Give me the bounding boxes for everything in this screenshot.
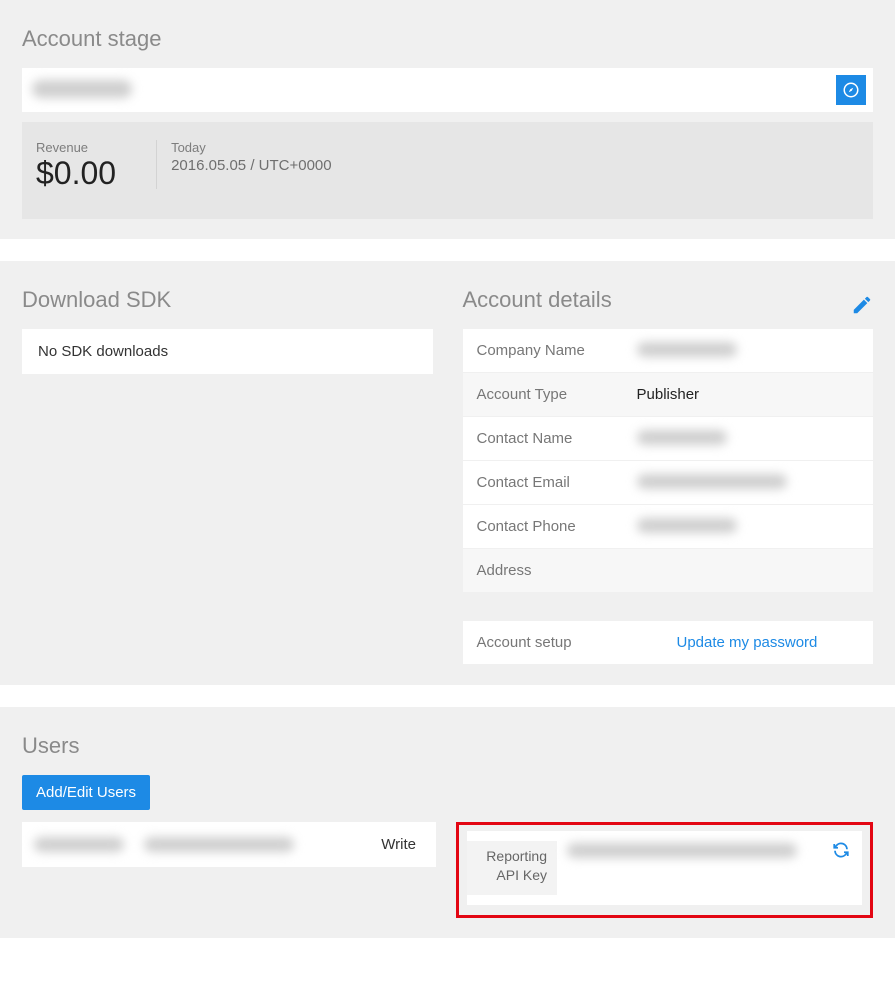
update-password-link[interactable]: Update my password: [677, 634, 818, 651]
user-email-redacted: [144, 837, 294, 852]
today-stat: Today 2016.05.05 / UTC+0000: [171, 140, 372, 189]
address-label: Address: [477, 562, 637, 579]
detail-account-setup: Account setup Update my password: [463, 621, 874, 665]
account-details-section: Account details Company Name Account Typ…: [463, 281, 874, 665]
contact-phone-label: Contact Phone: [477, 518, 637, 535]
contact-email-redacted: [637, 474, 787, 489]
detail-contact-phone: Contact Phone: [463, 505, 874, 549]
open-link-button[interactable]: [836, 75, 866, 105]
revenue-value: $0.00: [36, 157, 116, 189]
refresh-icon[interactable]: [832, 841, 850, 859]
contact-name-label: Contact Name: [477, 430, 637, 447]
api-key-redacted: [567, 843, 797, 858]
account-setup-label: Account setup: [477, 634, 677, 651]
api-key-label-line1: Reporting: [486, 848, 547, 864]
contact-phone-redacted: [637, 518, 737, 533]
revenue-stat: Revenue $0.00: [36, 140, 157, 189]
sdk-empty-row: No SDK downloads: [22, 329, 433, 374]
today-label: Today: [171, 140, 332, 155]
app-bar: [22, 68, 873, 112]
account-details-title: Account details: [463, 287, 612, 313]
api-key-label: Reporting API Key: [467, 841, 557, 895]
download-sdk-section: Download SDK No SDK downloads: [22, 281, 433, 665]
revenue-label: Revenue: [36, 140, 116, 155]
company-label: Company Name: [477, 342, 637, 359]
today-value: 2016.05.05 / UTC+0000: [171, 157, 332, 174]
users-panel: Users Add/Edit Users Write Reporting API…: [0, 707, 895, 938]
detail-company: Company Name: [463, 329, 874, 373]
company-value-redacted: [637, 342, 737, 357]
account-type-value: Publisher: [637, 386, 700, 403]
edit-icon[interactable]: [851, 294, 873, 316]
stats-bar: Revenue $0.00 Today 2016.05.05 / UTC+000…: [22, 122, 873, 219]
detail-contact-name: Contact Name: [463, 417, 874, 461]
compass-icon: [842, 81, 860, 99]
users-title: Users: [22, 733, 873, 759]
account-stage-panel: Account stage Revenue $0.00 Today 2016.0…: [0, 0, 895, 239]
detail-address: Address: [463, 549, 874, 593]
download-sdk-title: Download SDK: [22, 287, 433, 313]
account-type-label: Account Type: [477, 386, 637, 403]
detail-gap: [463, 593, 874, 621]
app-name-redacted: [32, 80, 132, 98]
sdk-details-panel: Download SDK No SDK downloads Account de…: [0, 261, 895, 685]
contact-email-label: Contact Email: [477, 474, 637, 491]
api-key-box: Reporting API Key: [467, 831, 862, 905]
detail-contact-email: Contact Email: [463, 461, 874, 505]
contact-name-redacted: [637, 430, 727, 445]
api-key-label-line2: API Key: [496, 867, 547, 883]
account-stage-title: Account stage: [22, 26, 873, 52]
add-edit-users-button[interactable]: Add/Edit Users: [22, 775, 150, 810]
detail-account-type: Account Type Publisher: [463, 373, 874, 417]
user-permission: Write: [381, 836, 424, 853]
user-name-redacted: [34, 837, 124, 852]
api-key-highlight-box: Reporting API Key: [456, 822, 873, 918]
user-row: Write: [22, 822, 436, 867]
